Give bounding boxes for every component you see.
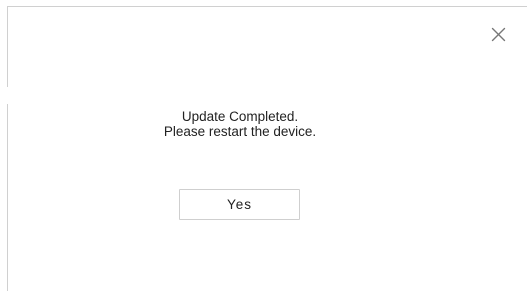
yes-button[interactable]: Yes <box>179 189 300 220</box>
dialog-message-body: Please restart the device. <box>163 124 317 139</box>
close-button[interactable] <box>484 20 512 48</box>
update-dialog: Update Completed. Please restart the dev… <box>0 0 527 291</box>
yes-button-label: Yes <box>226 197 253 212</box>
close-icon <box>491 27 505 41</box>
dialog-top-border <box>7 6 527 7</box>
dialog-message-title: Update Completed. <box>181 109 299 124</box>
dialog-left-border-upper <box>7 6 8 87</box>
